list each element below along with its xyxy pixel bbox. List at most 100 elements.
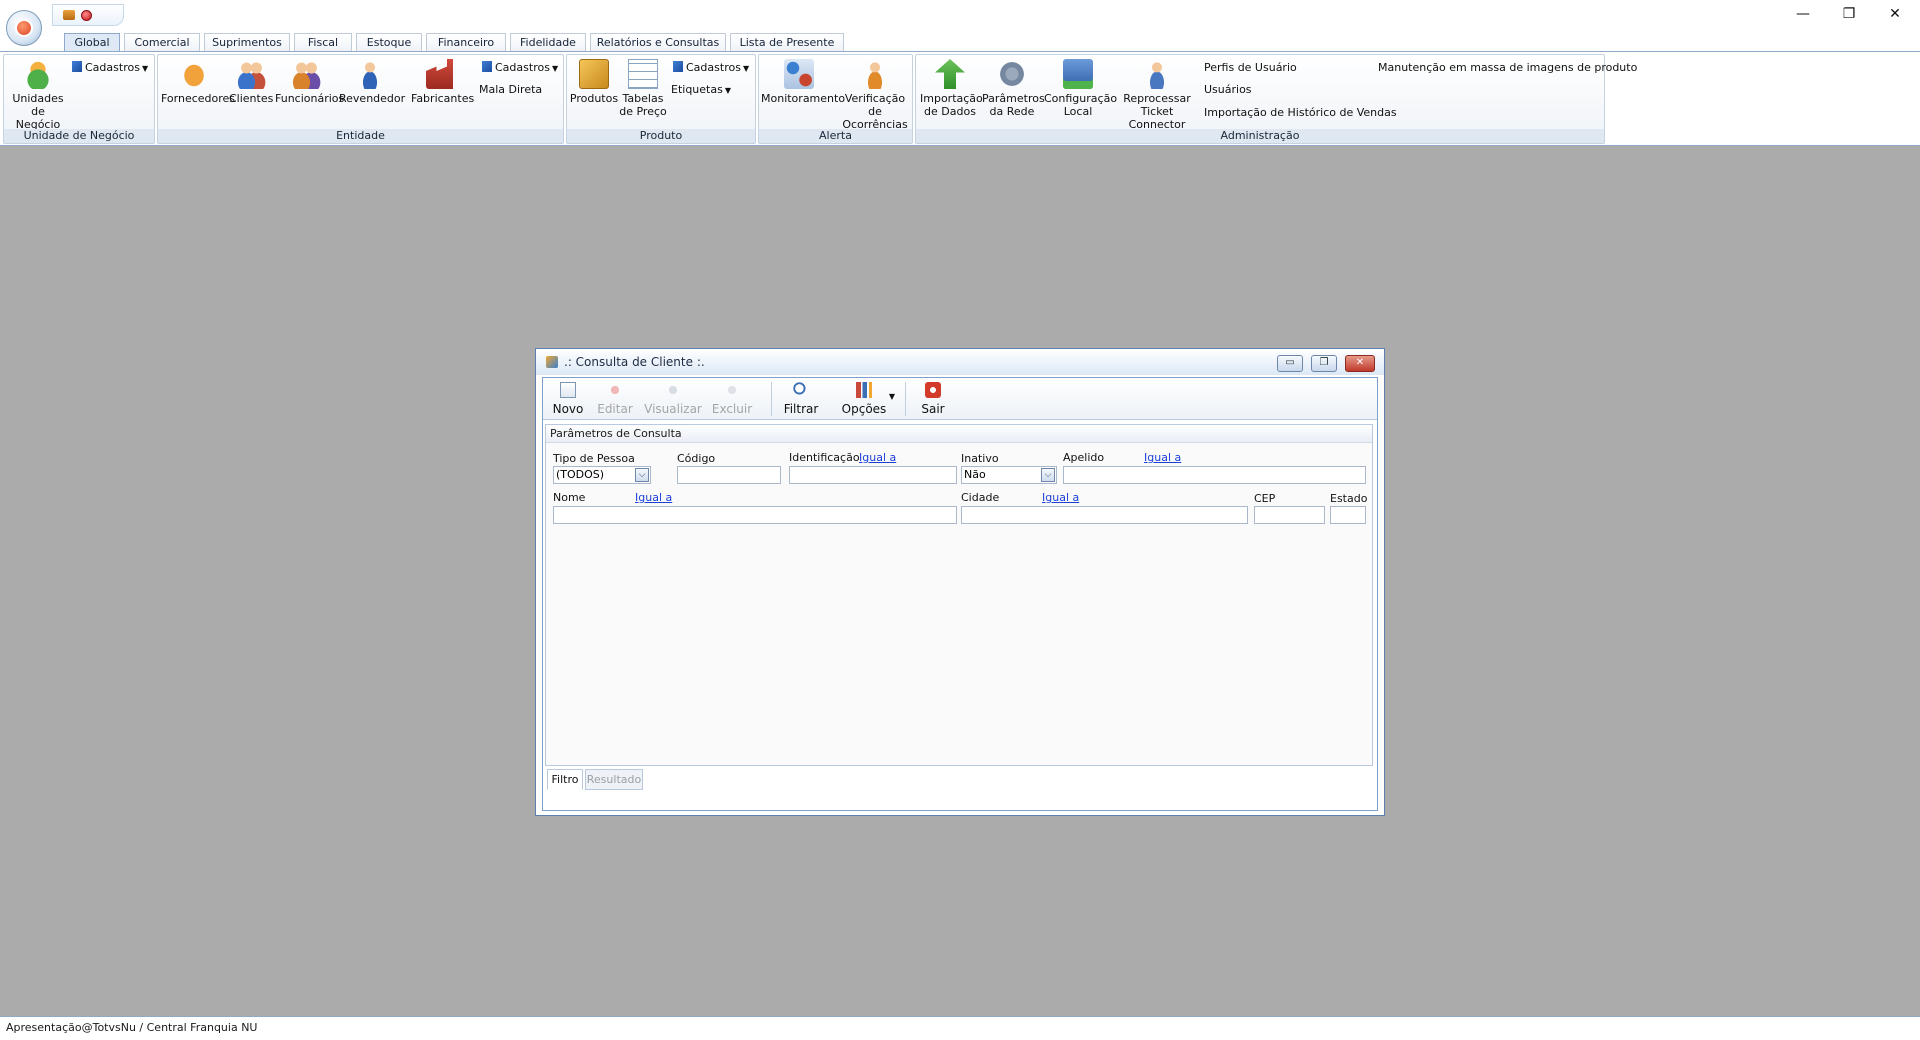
chevron-down-icon: ▼ <box>141 64 149 73</box>
filtrar-label: Filtrar <box>783 402 819 416</box>
tab-estoque[interactable]: Estoque <box>356 33 422 52</box>
monitoring-icon <box>784 59 814 89</box>
configuracao-local-button[interactable]: Configuração Local <box>1044 59 1117 118</box>
tipo-pessoa-select[interactable]: (TODOS) ⌵ <box>553 466 651 484</box>
opcoes-dropdown-arrow-icon[interactable]: ▼ <box>887 392 897 402</box>
tab-lista-presente[interactable]: Lista de Presente <box>730 33 844 52</box>
nome-input[interactable] <box>553 506 957 524</box>
importacao-dados-button[interactable]: Importação de Dados <box>920 59 983 118</box>
nome-label: Nome <box>553 491 586 504</box>
child-close-button[interactable]: ✕ <box>1345 355 1375 372</box>
importacao-historico-button[interactable]: Importação de Histórico de Vendas <box>1204 106 1397 119</box>
group-label: Administração <box>916 129 1604 143</box>
tab-suprimentos[interactable]: Suprimentos <box>204 33 290 52</box>
clientes-button[interactable]: Clientes <box>229 59 273 105</box>
apelido-input[interactable] <box>1063 466 1366 484</box>
identificacao-igual-a-link[interactable]: Igual a <box>859 451 896 464</box>
identificacao-label: Identificação <box>789 451 860 464</box>
options-icon <box>856 382 872 398</box>
customers-icon <box>236 59 266 89</box>
group-label: Unidade de Negócio <box>4 129 154 143</box>
estado-input[interactable] <box>1330 506 1366 524</box>
quick-access-toolbar <box>52 4 124 26</box>
toolbar-separator <box>905 382 906 416</box>
entidade-cadastros-dropdown[interactable]: Cadastros ▼ <box>482 61 558 75</box>
chevron-down-icon[interactable]: ⌵ <box>1041 468 1055 482</box>
excluir-label: Excluir <box>711 402 753 416</box>
opcoes-label: Opções <box>841 402 887 416</box>
perfis-usuario-button[interactable]: Perfis de Usuário <box>1204 61 1297 74</box>
restore-button[interactable]: ❐ <box>1826 0 1872 28</box>
novo-button[interactable]: Novo <box>547 380 589 418</box>
exit-icon <box>925 382 941 398</box>
group-alerta: Monitoramento Verificação de Ocorrências… <box>758 54 913 144</box>
filtrar-button[interactable]: Filtrar <box>779 380 823 418</box>
reprocessar-ticket-button[interactable]: Reprocessar Ticket Connector <box>1114 59 1200 131</box>
unidades-label-2: de Negócio <box>15 105 61 131</box>
cep-input[interactable] <box>1254 506 1325 524</box>
sair-button[interactable]: Sair <box>913 380 953 418</box>
tab-resultado[interactable]: Resultado <box>585 769 643 790</box>
visualizar-button[interactable]: Visualizar <box>641 380 705 418</box>
tab-fiscal[interactable]: Fiscal <box>294 33 352 52</box>
unidade-cadastros-dropdown[interactable]: Cadastros ▼ <box>72 61 148 75</box>
unidades-negocio-button[interactable]: Unidades de Negócio <box>8 59 68 131</box>
editar-button[interactable]: Editar <box>593 380 637 418</box>
occurrences-icon <box>860 59 890 89</box>
codigo-input[interactable] <box>677 466 781 484</box>
chevron-down-icon[interactable]: ⌵ <box>635 468 649 482</box>
minimize-button[interactable]: — <box>1780 0 1826 28</box>
configuracao-label-2: Local <box>1063 105 1093 118</box>
inativo-select[interactable]: Não ⌵ <box>961 466 1057 484</box>
estado-label: Estado <box>1330 492 1368 505</box>
cidade-input[interactable] <box>961 506 1248 524</box>
produtos-label: Produtos <box>569 92 619 105</box>
fornecedores-button[interactable]: Fornecedores <box>161 59 235 105</box>
excluir-button[interactable]: Excluir <box>709 380 755 418</box>
monitoramento-button[interactable]: Monitoramento <box>761 59 846 105</box>
tab-relatorios[interactable]: Relatórios e Consultas <box>590 33 726 52</box>
inativo-label: Inativo <box>961 452 999 465</box>
revendedor-button[interactable]: Revendedor <box>339 59 405 105</box>
child-title-bar[interactable]: .: Consulta de Cliente :. ▭ ❐ ✕ <box>536 349 1384 375</box>
manutencao-imagens-button[interactable]: Manutenção em massa de imagens de produt… <box>1378 61 1637 74</box>
produto-cadastros-dropdown[interactable]: Cadastros ▼ <box>673 61 749 75</box>
monitoramento-label: Monitoramento <box>761 92 846 105</box>
application-menu-button[interactable] <box>6 10 42 46</box>
users-icon[interactable] <box>63 10 75 20</box>
produtos-button[interactable]: Produtos <box>569 59 619 105</box>
parametros-consulta-panel: Parâmetros de Consulta Tipo de Pessoa (T… <box>545 424 1373 766</box>
reseller-icon <box>355 59 385 89</box>
cadastros-icon <box>72 61 82 72</box>
title-bar: — ❐ ✕ <box>0 0 1920 32</box>
fabricantes-button[interactable]: Fabricantes <box>411 59 474 105</box>
apelido-igual-a-link[interactable]: Igual a <box>1144 451 1181 464</box>
cadastros-label: Cadastros <box>85 61 140 74</box>
tab-financeiro[interactable]: Financeiro <box>426 33 506 52</box>
tab-global[interactable]: Global <box>64 33 120 53</box>
identificacao-input[interactable] <box>789 466 957 484</box>
tabelas-preco-button[interactable]: Tabelas de Preço <box>619 59 667 118</box>
close-red-icon[interactable] <box>81 9 92 21</box>
nome-igual-a-link[interactable]: Igual a <box>635 491 672 504</box>
new-document-icon <box>560 382 576 398</box>
tab-comercial[interactable]: Comercial <box>124 33 200 52</box>
tab-filtro[interactable]: Filtro <box>547 769 583 790</box>
funcionarios-button[interactable]: Funcionários <box>275 59 344 105</box>
child-minimize-button[interactable]: ▭ <box>1277 355 1303 372</box>
local-config-icon <box>1063 59 1093 89</box>
group-entidade: Fornecedores Clientes Funcionários Reven… <box>157 54 564 144</box>
child-restore-button[interactable]: ❐ <box>1311 355 1337 372</box>
mala-direta-button[interactable]: Mala Direta <box>479 83 542 96</box>
verificacao-ocorrencias-button[interactable]: Verificação de Ocorrências <box>839 59 911 131</box>
parametros-rede-button[interactable]: Parâmetros da Rede <box>982 59 1045 118</box>
cidade-label: Cidade <box>961 491 1000 504</box>
close-button[interactable]: ✕ <box>1872 0 1918 28</box>
ribbon-tabs: Global Comercial Suprimentos Fiscal Esto… <box>0 32 1920 53</box>
opcoes-button[interactable]: Opções <box>835 380 893 418</box>
etiquetas-dropdown[interactable]: Etiquetas ▼ <box>671 83 731 97</box>
chevron-down-icon: ▼ <box>551 64 559 73</box>
cidade-igual-a-link[interactable]: Igual a <box>1042 491 1079 504</box>
usuarios-button[interactable]: Usuários <box>1204 83 1252 96</box>
tab-fidelidade[interactable]: Fidelidade <box>510 33 586 52</box>
